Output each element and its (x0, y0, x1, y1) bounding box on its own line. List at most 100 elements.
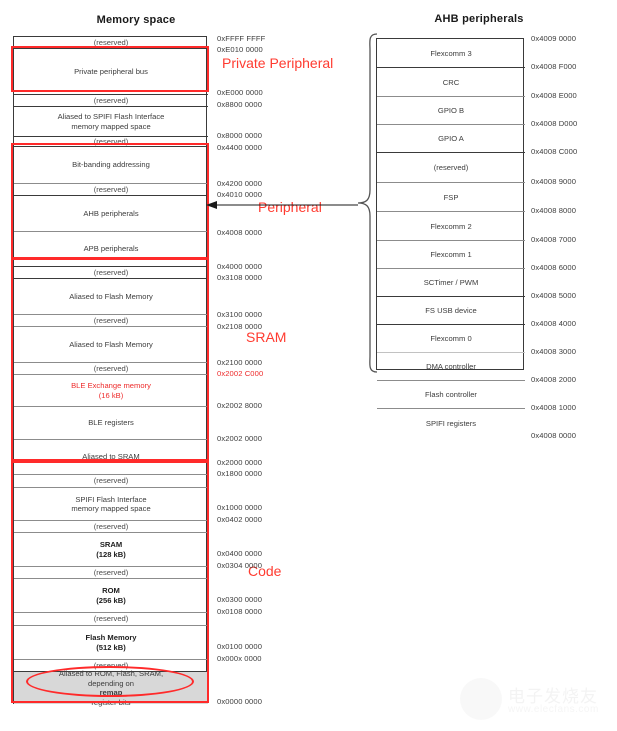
ahb-peripheral-label: GPIO B (437, 106, 465, 115)
ahb-peripheral-label: FSP (443, 192, 459, 202)
memory-address-label: 0x4008 0000 (217, 228, 263, 237)
ahb-peripheral-row: Flexcomm 3 (377, 39, 525, 67)
memory-region-row: (reserved) (14, 362, 208, 374)
group-annotation-label: Private Peripheral (222, 55, 334, 71)
ahb-peripheral-label: Flexcomm 1 (430, 250, 472, 259)
ahb-address-label: 0x4008 F000 (531, 62, 577, 71)
ahb-peripheral-row: SPIFI registers (377, 408, 525, 437)
memory-region-row: (reserved) (14, 314, 208, 326)
memory-address-label: 0x0402 0000 (217, 515, 263, 524)
ahb-address-label: 0x4008 6000 (531, 263, 577, 272)
memory-region-label: (reserved) (93, 184, 129, 194)
memory-region-label: Private peripheral bus (74, 66, 148, 76)
memory-address-label: 0x2002 0000 (217, 434, 263, 443)
memory-region-label: (reserved) (93, 567, 129, 577)
memory-address-label: 0x0300 0000 (217, 595, 263, 604)
memory-address-label: 0xE010 0000 (217, 45, 263, 54)
ahb-peripheral-label: (reserved) (433, 163, 469, 172)
ahb-peripheral-label: DMA controller (426, 362, 476, 371)
ahb-address-label: 0x4008 0000 (531, 431, 577, 440)
memory-region-label: BLE registers (88, 418, 134, 428)
memory-region-row: APB peripherals (14, 231, 208, 266)
memory-address-label: 0xE000 0000 (217, 88, 263, 97)
memory-region-row: (reserved) (14, 37, 208, 48)
memory-region-label: Aliased to SRAM (82, 452, 140, 462)
ahb-address-label: 0x4008 C000 (531, 147, 578, 156)
memory-region-label: Aliased to ROM, Flash, SRAM, depending on… (58, 669, 164, 707)
memory-address-label: 0x2108 0000 (217, 322, 263, 331)
memory-address-label: 0x8000 0000 (217, 131, 263, 140)
memory-region-label: (reserved) (93, 476, 129, 486)
ahb-peripheral-row: CRC (377, 67, 525, 96)
ahb-peripheral-row: GPIO B (377, 96, 525, 124)
ahb-address-label: 0x4008 1000 (531, 403, 577, 412)
memory-region-label: (reserved) (93, 37, 129, 47)
memory-region-row: Aliased to ROM, Flash, SRAM, depending on… (14, 669, 208, 707)
memory-address-label: 0x0304 0000 (217, 561, 263, 570)
memory-region-row: (reserved) (14, 520, 208, 532)
ahb-peripheral-row: FSP (377, 182, 525, 211)
ahb-address-label: 0x4009 0000 (531, 34, 577, 43)
ahb-peripheral-row: SCTimer / PWM (377, 268, 525, 296)
memory-region-row: Aliased to SPIFI Flash Interface memory m… (14, 106, 208, 136)
memory-region-row: (reserved) (14, 136, 208, 146)
memory-address-label: 0x000x 0000 (217, 654, 262, 663)
memory-region-label: AHB peripherals (83, 208, 139, 218)
memory-region-label: Flash Memory (512 kB) (85, 633, 137, 652)
ahb-peripheral-row: (reserved) (377, 152, 525, 182)
ahb-address-label: 0x4008 D000 (531, 119, 578, 128)
memory-region-label: (reserved) (93, 521, 129, 531)
ahb-peripheral-row: DMA controller (377, 352, 525, 380)
memory-address-label: 0x3100 0000 (217, 310, 263, 319)
memory-region-row: (reserved) (14, 566, 208, 578)
ahb-peripheral-label: Flexcomm 0 (430, 334, 472, 343)
ahb-peripheral-label: GPIO A (438, 134, 464, 143)
memory-region-row: BLE registers (14, 406, 208, 439)
memory-address-label: 0x2100 0000 (217, 358, 263, 367)
ahb-address-label: 0x4008 3000 (531, 347, 577, 356)
memory-region-row: BLE Exchange memory (16 kB) (14, 374, 208, 406)
peripheral-pointer-arrow (206, 201, 358, 209)
ahb-peripheral-label: SCTimer / PWM (423, 278, 479, 287)
ahb-address-label: 0x4008 2000 (531, 375, 577, 384)
ahb-peripheral-label: SPIFI registers (425, 418, 477, 428)
ahb-peripheral-label: Flash controller (425, 390, 477, 399)
watermark: 电子发烧友 www.elecfans.com (458, 676, 610, 726)
memory-region-label: (reserved) (93, 267, 129, 277)
ahb-peripheral-row: FS USB device (377, 296, 525, 324)
memory-region-label: (reserved) (93, 136, 129, 146)
memory-region-row: (reserved) (14, 266, 208, 278)
memory-region-row: Private peripheral bus (14, 48, 208, 94)
memory-region-label: ROM (256 kB) (96, 586, 126, 605)
ahb-address-label: 0x4008 E000 (531, 91, 577, 100)
memory-region-row: (reserved) (14, 94, 208, 106)
ahb-peripheral-row: Flexcomm 1 (377, 240, 525, 268)
memory-address-label: 0x2002 8000 (217, 401, 263, 410)
ahb-peripheral-row: GPIO A (377, 124, 525, 152)
watermark-logo-icon (460, 678, 502, 720)
memory-region-row: Aliased to SRAM (14, 439, 208, 474)
memory-region-label: Aliased to Flash Memory (69, 339, 153, 349)
memory-region-row: SRAM (128 kB) (14, 532, 208, 566)
memory-address-label: 0x4000 0000 (217, 262, 263, 271)
memory-region-label: SPIFI Flash Interface memory mapped space (71, 494, 151, 514)
ahb-peripheral-row: Flexcomm 2 (377, 211, 525, 240)
memory-region-label: (reserved) (93, 614, 129, 624)
memory-region-label: (reserved) (93, 363, 129, 373)
memory-region-row: Bit-banding addressing (14, 146, 208, 183)
memory-region-row: Flash Memory (512 kB) (14, 625, 208, 659)
memory-address-label: 0x1800 0000 (217, 469, 263, 478)
memory-address-label: 0xFFFF FFFF (217, 34, 266, 43)
memory-address-label: 0x1000 0000 (217, 503, 263, 512)
ahb-peripheral-label: Flexcomm 2 (430, 221, 472, 231)
memory-address-label: 0x0000 0000 (217, 697, 263, 706)
memory-region-row: SPIFI Flash Interface memory mapped space (14, 487, 208, 520)
memory-region-label: SRAM (128 kB) (96, 540, 126, 559)
memory-region-row: Aliased to Flash Memory (14, 278, 208, 314)
memory-region-label: Aliased to Flash Memory (69, 291, 153, 301)
ahb-peripherals-title: AHB peripherals (434, 13, 524, 25)
memory-address-label: 0x2002 C000 (217, 369, 264, 378)
diagram-canvas: Memory space AHB peripherals (reserved) P… (0, 0, 617, 731)
memory-region-label: APB peripherals (83, 244, 139, 254)
ahb-address-label: 0x4008 8000 (531, 206, 577, 215)
